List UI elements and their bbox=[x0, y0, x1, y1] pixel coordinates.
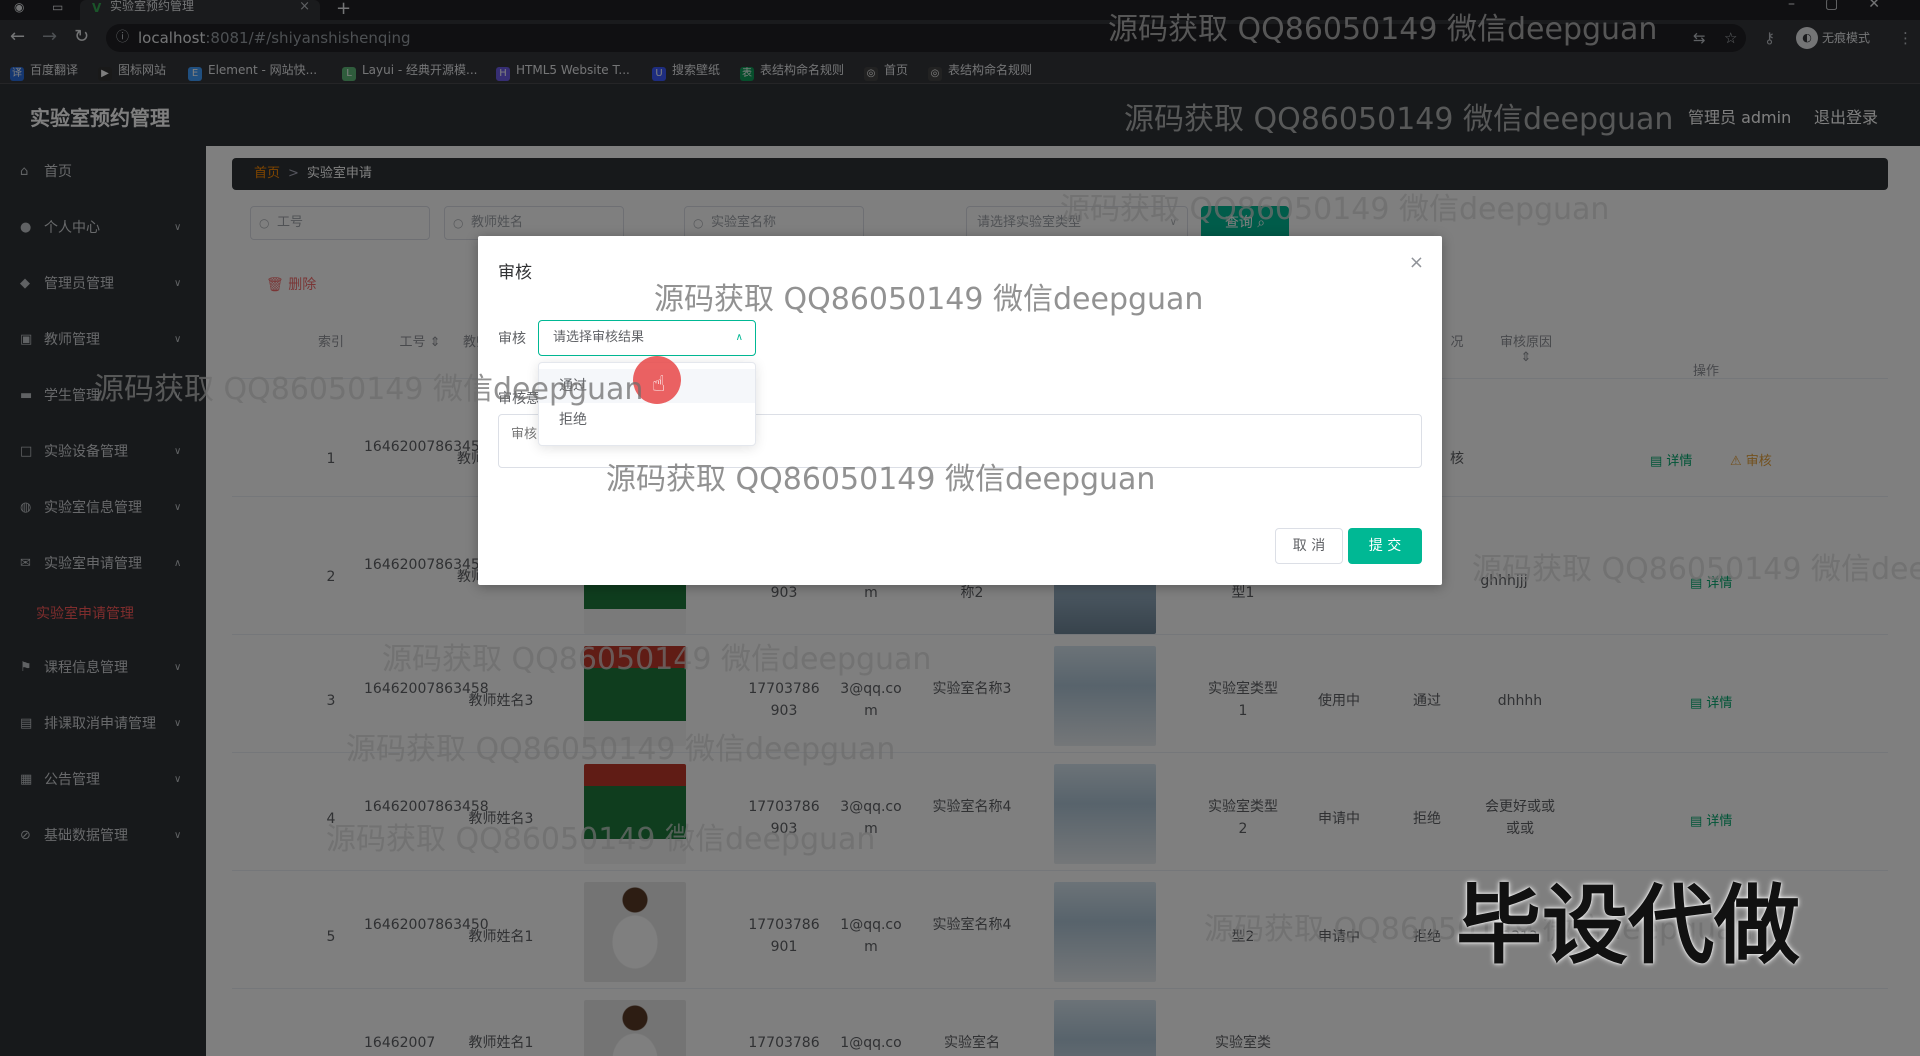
watermark: 源码获取 QQ86050149 微信deepguan bbox=[346, 732, 896, 767]
cancel-button[interactable]: 取 消 bbox=[1275, 528, 1343, 564]
close-icon[interactable]: × bbox=[1409, 252, 1424, 273]
hand-cursor-icon: ☝ bbox=[652, 372, 666, 397]
watermark-big: 毕设代做 bbox=[1456, 876, 1800, 976]
watermark: 源码获取 QQ86050149 微信deepguan bbox=[606, 462, 1156, 497]
watermark: 源码获取 QQ86050149 微信deepguan bbox=[382, 642, 932, 677]
chevron-up-icon: ∧ bbox=[735, 332, 743, 343]
watermark: 源码获取 QQ86050149 微信deepguan bbox=[1108, 12, 1658, 47]
watermark: 源码获取 QQ86050149 微信deepguan bbox=[654, 282, 1204, 317]
watermark: 源码获取 QQ86050149 微信deepguan bbox=[1124, 102, 1674, 137]
option-reject[interactable]: 拒绝 bbox=[539, 403, 755, 437]
select-placeholder: 请选择审核结果 bbox=[553, 330, 645, 345]
submit-button[interactable]: 提 交 bbox=[1348, 528, 1422, 564]
watermark: 源码获取 QQ86050149 微信deepguan bbox=[1472, 552, 1920, 587]
watermark: 源码获取 QQ86050149 微信deepguan bbox=[1060, 192, 1610, 227]
watermark: 源码获取 QQ86050149 微信deepguan bbox=[94, 372, 644, 407]
watermark: 源码获取 QQ86050149 微信deepguan bbox=[326, 822, 876, 857]
dialog-title: 审核 bbox=[498, 263, 532, 283]
audit-label: 审核 bbox=[498, 331, 526, 347]
audit-result-select[interactable]: 请选择审核结果 ∧ bbox=[538, 320, 756, 356]
